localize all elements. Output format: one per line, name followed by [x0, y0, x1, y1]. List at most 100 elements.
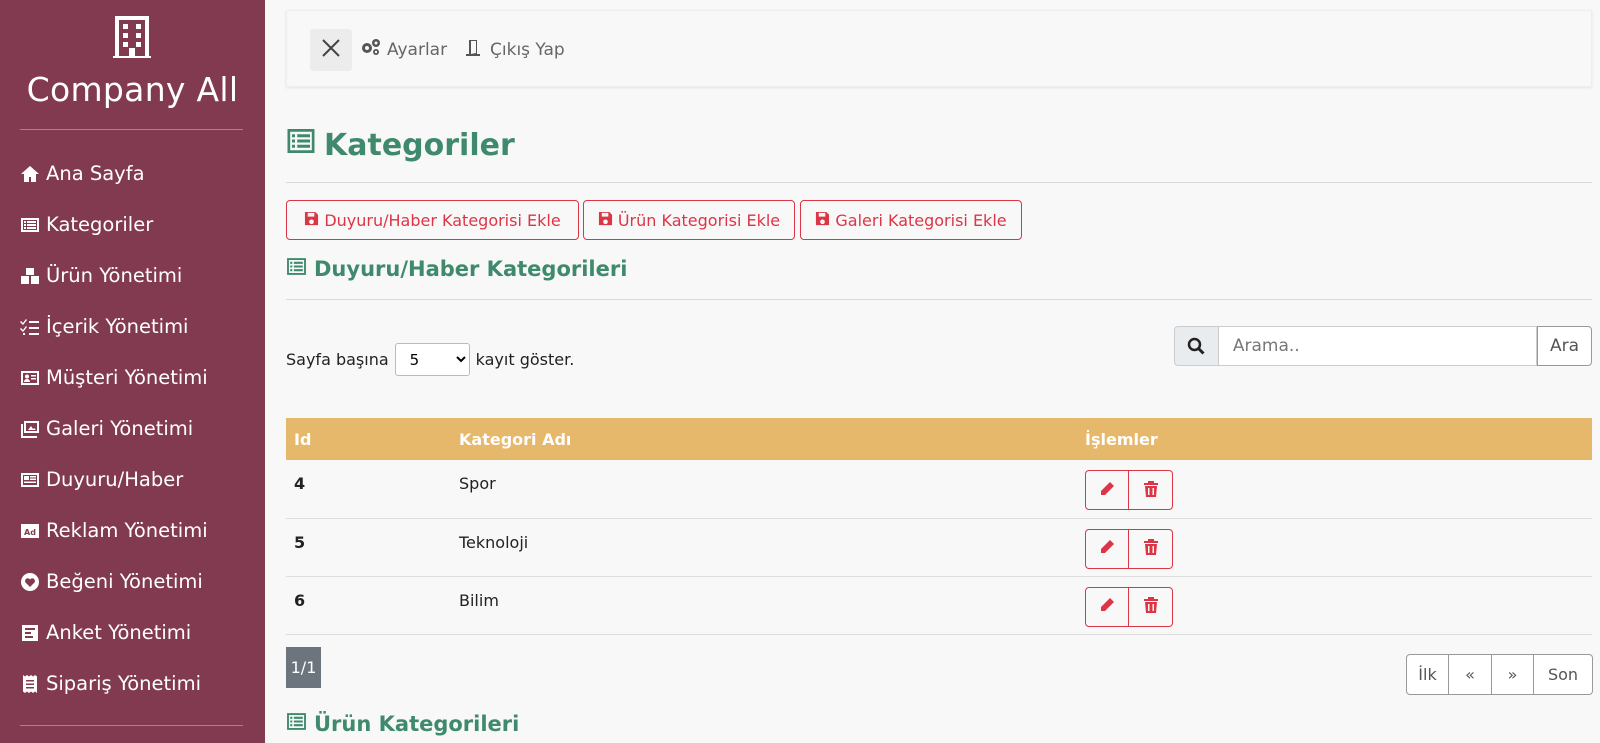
sidebar-item-label: Galeri Yönetimi — [46, 417, 194, 440]
sidebar: Company All Ana Sayfa Kategoriler Ürün Y… — [0, 0, 265, 743]
button-label: Galeri Kategorisi Ekle — [835, 210, 1007, 230]
sidebar-item-label: İçerik Yönetimi — [46, 315, 189, 338]
edit-button[interactable] — [1085, 528, 1129, 569]
prev-page-button[interactable]: « — [1449, 654, 1492, 695]
column-header-id[interactable]: Id — [286, 418, 451, 460]
section-title-products: Ürün Kategorileri — [286, 711, 519, 737]
sidebar-item-likes[interactable]: Beğeni Yönetimi — [0, 556, 265, 607]
per-page-select[interactable]: 5 — [394, 343, 470, 376]
section-title-text: Duyuru/Haber Kategorileri — [314, 257, 628, 281]
door-open-icon — [465, 38, 490, 61]
column-header-actions: İşlemler — [1085, 429, 1158, 449]
close-sidebar-button[interactable] — [310, 29, 352, 71]
sidebar-item-label: Duyuru/Haber — [46, 468, 184, 491]
pencil-icon — [1099, 539, 1115, 558]
boxes-icon — [20, 266, 40, 286]
section-title-text: Ürün Kategorileri — [314, 712, 520, 736]
first-page-button[interactable]: İlk — [1406, 654, 1449, 695]
home-icon — [20, 164, 40, 184]
settings-label: Ayarlar — [387, 39, 448, 60]
pencil-icon — [1099, 597, 1115, 616]
add-news-category-button[interactable]: Duyuru/Haber Kategorisi Ekle — [286, 200, 579, 240]
sidebar-item-gallery[interactable]: Galeri Yönetimi — [0, 403, 265, 454]
delete-button[interactable] — [1129, 586, 1173, 627]
brand-title[interactable]: Company All — [0, 70, 265, 109]
sidebar-item-ads[interactable]: Ad Reklam Yönetimi — [0, 505, 265, 556]
sidebar-nav: Ana Sayfa Kategoriler Ürün Yönetimi İçer… — [0, 148, 265, 709]
add-product-category-button[interactable]: Ürün Kategorisi Ekle — [583, 200, 795, 240]
sidebar-item-orders[interactable]: Sipariş Yönetimi — [0, 658, 265, 709]
sidebar-item-customers[interactable]: Müşteri Yönetimi — [0, 352, 265, 403]
save-icon — [598, 211, 618, 230]
sidebar-item-polls[interactable]: Anket Yönetimi — [0, 607, 265, 658]
ad-icon: Ad — [20, 521, 40, 541]
list-icon — [20, 215, 40, 235]
sidebar-item-categories[interactable]: Kategoriler — [0, 199, 265, 250]
table-row: 4 Spor — [286, 460, 1592, 518]
search-group: Ara — [1174, 326, 1592, 366]
cell-name: Bilim — [459, 590, 499, 610]
poll-icon — [20, 623, 40, 643]
delete-button[interactable] — [1129, 470, 1173, 510]
sidebar-item-label: Kategoriler — [46, 213, 154, 236]
save-icon — [815, 211, 835, 230]
list-icon — [286, 711, 314, 737]
trash-icon — [1143, 539, 1159, 558]
sidebar-item-label: Müşteri Yönetimi — [46, 366, 208, 389]
delete-button[interactable] — [1129, 528, 1173, 569]
search-button[interactable]: Ara — [1537, 326, 1592, 366]
sidebar-item-label: Anket Yönetimi — [46, 621, 192, 644]
row-actions — [1085, 470, 1173, 510]
heart-icon — [20, 572, 40, 592]
cell-id: 4 — [294, 474, 306, 493]
divider — [286, 182, 1592, 183]
next-page-button[interactable]: » — [1492, 654, 1534, 695]
edit-button[interactable] — [1085, 586, 1129, 627]
list-icon — [286, 256, 314, 282]
sidebar-divider — [20, 725, 243, 726]
sidebar-item-label: Reklam Yönetimi — [46, 519, 208, 542]
per-page-prefix: Sayfa başına — [286, 350, 389, 369]
per-page-suffix: kayıt göster. — [475, 350, 575, 369]
settings-link[interactable]: Ayarlar — [360, 38, 447, 61]
tasks-icon — [20, 317, 40, 337]
sidebar-divider — [20, 129, 243, 130]
column-header-name[interactable]: Kategori Adı — [451, 418, 1077, 460]
last-page-button[interactable]: Son — [1534, 654, 1593, 695]
news-categories-table: Id Kategori Adı İşlemler 4 Spor 5 Teknol… — [286, 418, 1592, 635]
section-title-news: Duyuru/Haber Kategorileri — [286, 256, 627, 282]
logout-label: Çıkış Yap — [490, 39, 565, 60]
search-input[interactable] — [1217, 326, 1538, 366]
sidebar-item-content[interactable]: İçerik Yönetimi — [0, 301, 265, 352]
svg-text:Ad: Ad — [24, 528, 36, 537]
save-icon — [304, 211, 324, 230]
cell-actions — [1077, 518, 1592, 576]
search-icon — [1174, 326, 1218, 366]
cell-name: Spor — [459, 474, 496, 493]
cell-id: 5 — [294, 532, 306, 552]
cell-id: 6 — [294, 590, 306, 610]
images-icon — [20, 419, 40, 439]
cell-actions — [1077, 460, 1592, 518]
edit-button[interactable] — [1085, 470, 1129, 510]
pagination: İlk « » Son — [1406, 654, 1593, 695]
cogs-icon — [360, 38, 387, 61]
list-icon — [286, 126, 324, 164]
row-actions — [1085, 528, 1173, 569]
sidebar-item-label: Ana Sayfa — [46, 162, 145, 185]
per-page-control: Sayfa başına 5 kayıt göster. — [286, 343, 574, 376]
table-row: 5 Teknoloji — [286, 518, 1592, 576]
trash-icon — [1143, 480, 1159, 500]
add-gallery-category-button[interactable]: Galeri Kategorisi Ekle — [800, 200, 1022, 240]
top-navbar: Ayarlar Çıkış Yap — [286, 10, 1592, 87]
page-title-text: Kategoriler — [324, 127, 515, 163]
sidebar-item-home[interactable]: Ana Sayfa — [0, 148, 265, 199]
cell-name: Teknoloji — [459, 532, 529, 552]
sidebar-item-products[interactable]: Ürün Yönetimi — [0, 250, 265, 301]
cell-actions — [1077, 576, 1592, 634]
sidebar-item-news[interactable]: Duyuru/Haber — [0, 454, 265, 505]
page-title: Kategoriler — [286, 126, 515, 164]
building-icon — [113, 16, 151, 58]
id-card-icon — [20, 368, 40, 388]
logout-link[interactable]: Çıkış Yap — [465, 38, 565, 61]
